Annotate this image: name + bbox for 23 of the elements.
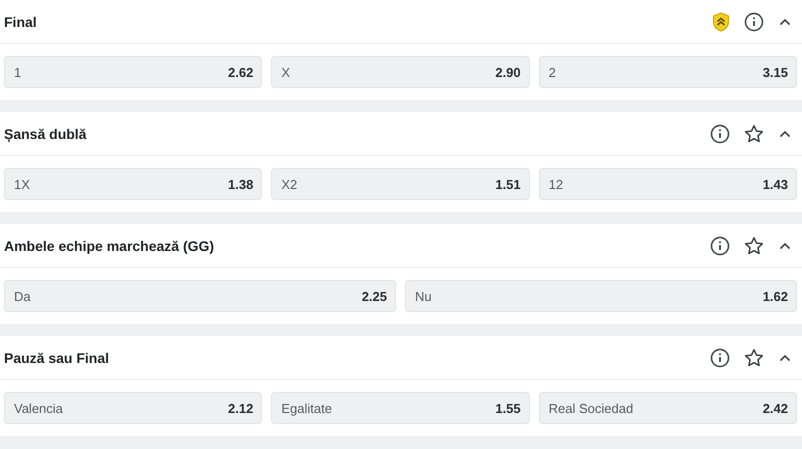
odds-button[interactable]: Egalitate 1.55 — [271, 392, 530, 424]
odds-button[interactable]: 1X 1.38 — [4, 168, 262, 200]
odds-button[interactable]: Nu 1.62 — [405, 280, 797, 312]
star-icon[interactable] — [744, 348, 764, 368]
odds-button[interactable]: X 2.90 — [271, 56, 530, 88]
info-icon[interactable] — [710, 236, 730, 256]
info-icon[interactable] — [744, 12, 764, 32]
odds-button[interactable]: X2 1.51 — [271, 168, 530, 200]
star-icon[interactable] — [744, 236, 764, 256]
odds-button[interactable]: Real Sociedad 2.42 — [538, 392, 797, 424]
market-title: Ambele echipe marchează (GG) — [4, 238, 216, 254]
odds-button[interactable]: Da 2.25 — [4, 280, 396, 312]
odds-button[interactable]: Valencia 2.12 — [4, 392, 262, 424]
market-title: Șansă dublă — [4, 126, 88, 142]
odds-button[interactable]: 2 3.15 — [538, 56, 797, 88]
info-icon[interactable] — [710, 124, 730, 144]
odds-button[interactable]: 12 1.43 — [538, 168, 797, 200]
market-title: Final — [4, 14, 38, 30]
star-icon[interactable] — [744, 124, 764, 144]
shield-icon[interactable] — [712, 12, 730, 32]
market-title: Pauză sau Final — [4, 350, 110, 366]
odds-button[interactable]: 1 2.62 — [4, 56, 262, 88]
info-icon[interactable] — [710, 348, 730, 368]
